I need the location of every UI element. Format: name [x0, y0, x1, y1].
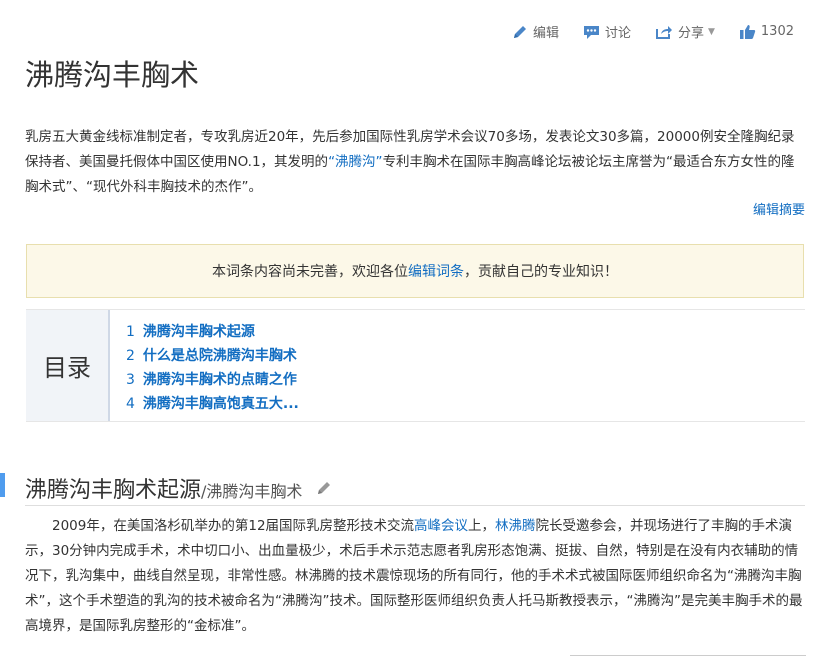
discuss-button[interactable]: 讨论	[583, 22, 631, 41]
like-count: 1302	[760, 24, 794, 39]
summary-paragraph: 乳房五大黄金线标准制定者，专攻乳房近20年，先后参加国际性乳房学术会议70多场，…	[25, 125, 805, 200]
toc-item-label: 沸腾沟丰胸术的点睛之作	[142, 372, 297, 388]
section-heading: 沸腾沟丰胸术起源/沸腾沟丰胸术	[25, 472, 332, 504]
toc-heading: 目录	[26, 310, 110, 421]
page-title: 沸腾沟丰胸术	[25, 58, 200, 92]
discuss-label: 讨论	[604, 26, 631, 41]
summit-link[interactable]: 高峰会议	[414, 518, 468, 534]
toc-item-label: 沸腾沟丰胸高饱真五大...	[142, 396, 299, 412]
table-of-contents: 目录 1 沸腾沟丰胸术起源 2 什么是总院沸腾沟丰胸术 3 沸腾沟丰胸术的点睛之作 4…	[26, 309, 805, 422]
share-icon	[655, 25, 672, 39]
comment-icon	[583, 25, 599, 39]
section-title: 沸腾沟丰胸术起源	[25, 478, 202, 503]
share-label: 分享	[677, 26, 704, 41]
toc-item-1[interactable]: 1 沸腾沟丰胸术起源	[126, 320, 299, 344]
share-button[interactable]: 分享 ▼	[655, 22, 715, 41]
toc-item-4[interactable]: 4 沸腾沟丰胸高饱真五大...	[126, 392, 299, 416]
article-toolbar: 编辑 讨论 分享 ▼ 1302	[488, 22, 794, 41]
person-link[interactable]: 林沸腾	[495, 518, 536, 534]
paragraph-text-a: 2009年，在美国洛杉矶举办的第12届国际乳房整形技术交流	[52, 518, 415, 534]
edit-entry-link[interactable]: 编辑词条	[408, 261, 464, 281]
notice-text-before: 本词条内容尚未完善，欢迎各位	[212, 264, 408, 280]
toc-item-label: 沸腾沟丰胸术起源	[142, 324, 255, 340]
footer-divider	[570, 655, 806, 656]
summary-link[interactable]: “沸腾沟”	[328, 154, 383, 170]
section-paragraph: 2009年，在美国洛杉矶举办的第12届国际乳房整形技术交流高峰会议上，林沸腾院长…	[25, 514, 805, 639]
paragraph-text-b: 上，	[468, 518, 496, 534]
toc-item-3[interactable]: 3 沸腾沟丰胸术的点睛之作	[126, 368, 299, 392]
toc-item-number: 3	[126, 372, 135, 388]
toc-item-label: 什么是总院沸腾沟丰胸术	[142, 348, 297, 364]
paragraph-text-c: 院长受邀参会，并现场进行了丰胸的手术演示，30分钟内完成手术，术中切口小、出血量…	[25, 518, 803, 634]
edit-summary-link[interactable]: 编辑摘要	[753, 199, 805, 218]
edit-label: 编辑	[532, 26, 559, 41]
section-divider	[25, 505, 805, 506]
edit-button[interactable]: 编辑	[512, 22, 559, 41]
toc-item-2[interactable]: 2 什么是总院沸腾沟丰胸术	[126, 344, 299, 368]
toc-list: 1 沸腾沟丰胸术起源 2 什么是总院沸腾沟丰胸术 3 沸腾沟丰胸术的点睛之作 4 沸腾沟…	[110, 310, 299, 421]
section-subtitle: /沸腾沟丰胸术	[201, 482, 303, 501]
notice-text-after: ，贡献自己的专业知识！	[464, 264, 618, 280]
thumbs-up-icon	[739, 24, 756, 39]
toc-item-number: 2	[126, 348, 135, 364]
like-button[interactable]: 1302	[739, 24, 794, 40]
edit-section-icon[interactable]	[316, 480, 332, 496]
section-accent-bar	[0, 473, 5, 497]
toc-item-number: 4	[126, 396, 135, 412]
toc-item-number: 1	[126, 324, 135, 340]
pencil-icon	[513, 25, 526, 38]
chevron-down-icon: ▼	[707, 26, 715, 37]
incomplete-notice: 本词条内容尚未完善，欢迎各位 编辑词条 ，贡献自己的专业知识！	[26, 244, 804, 298]
